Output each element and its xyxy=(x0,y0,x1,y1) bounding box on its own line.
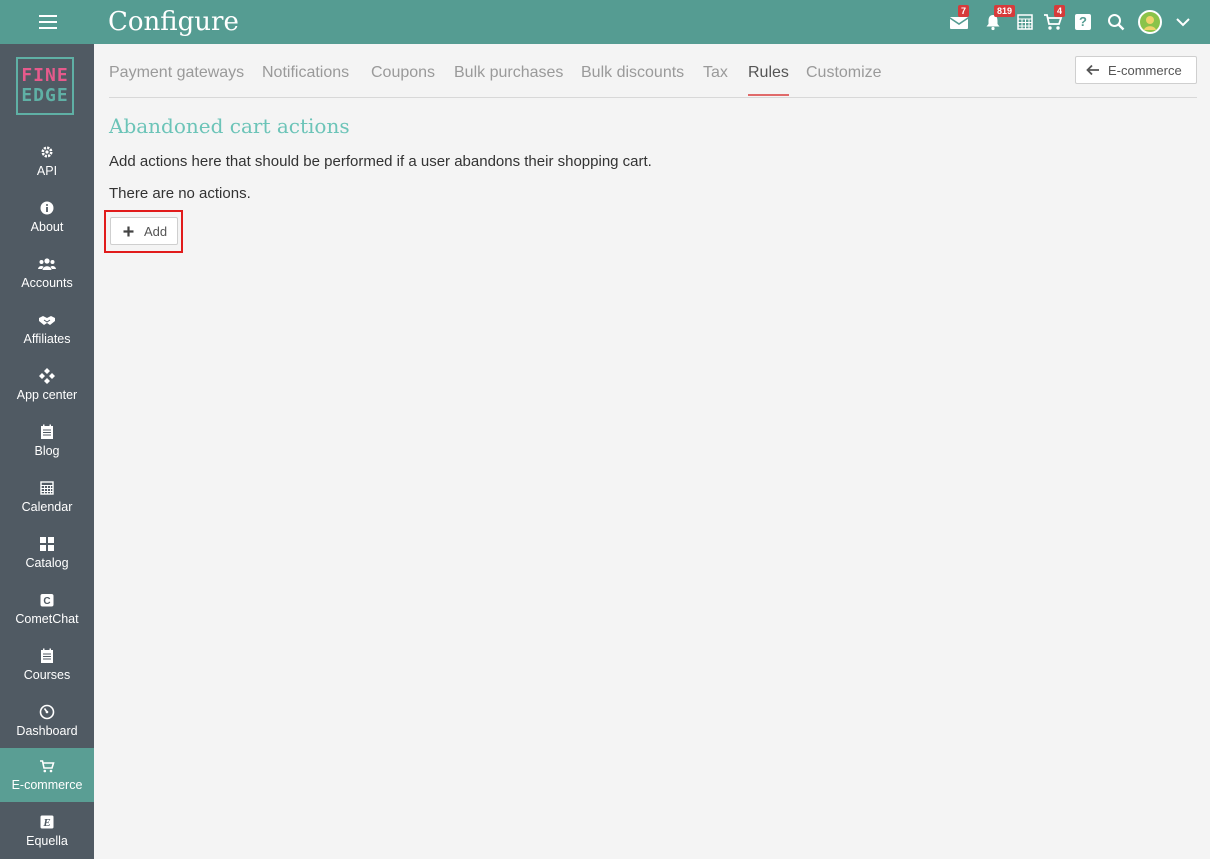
calendar-grid-icon[interactable] xyxy=(1014,10,1036,34)
sidebar-item-calendar[interactable]: Calendar xyxy=(0,470,94,524)
sidebar-item-label: Catalog xyxy=(25,556,69,570)
search-icon-svg xyxy=(1108,14,1125,31)
sidebar-item-label: Courses xyxy=(23,668,71,682)
sidebar-item-label: Calendar xyxy=(21,500,73,514)
tab-bulk-discounts[interactable]: Bulk discounts xyxy=(581,64,684,82)
dashboard-icon xyxy=(39,701,55,723)
blog-icon xyxy=(40,421,54,443)
tab-bulk-purchases[interactable]: Bulk purchases xyxy=(454,64,563,82)
plus-icon xyxy=(123,226,134,237)
help-icon[interactable]: ? xyxy=(1072,10,1094,34)
svg-text:E: E xyxy=(42,817,50,829)
sidebar-item-label: About xyxy=(30,220,64,234)
sidebar-item-label: Dashboard xyxy=(16,724,78,738)
cart-icon xyxy=(39,755,55,777)
back-to-e-commerce-button[interactable]: E-commerce xyxy=(1075,56,1197,84)
equella-icon: E xyxy=(40,811,54,833)
add-action-button[interactable]: Add xyxy=(110,217,178,245)
arrow-left-icon xyxy=(1086,64,1100,76)
sidebar-item-e-commerce[interactable]: E-commerce xyxy=(0,748,94,802)
sidebar-item-affiliates[interactable]: Affiliates xyxy=(0,302,94,356)
sidebar-item-dashboard[interactable]: Dashboard xyxy=(0,694,94,748)
sidebar-item-label: CometChat xyxy=(15,612,79,626)
tab-rules[interactable]: Rules xyxy=(748,64,789,96)
sidebar-item-cometchat[interactable]: C CometChat xyxy=(0,582,94,636)
cart-badge: 4 xyxy=(1054,5,1066,17)
sidebar-item-label: Affiliates xyxy=(23,332,71,346)
tabs-divider xyxy=(109,97,1197,98)
calendar-icon xyxy=(40,477,54,499)
section-heading: Abandoned cart actions xyxy=(109,114,350,138)
add-button-label: Add xyxy=(144,223,168,239)
gear-icon xyxy=(40,141,54,163)
bell-icon[interactable]: 819 xyxy=(982,5,1016,34)
users-icon xyxy=(38,253,56,275)
avatar-svg xyxy=(1138,10,1162,34)
logo-line-1: FINE xyxy=(21,65,69,86)
sidebar: FINE EDGE API About Accounts Affiliates … xyxy=(0,44,94,859)
svg-text:C: C xyxy=(43,596,50,607)
catalog-icon xyxy=(40,533,54,555)
back-button-label: E-commerce xyxy=(1108,62,1182,78)
chevron-down-icon[interactable] xyxy=(1172,10,1194,34)
avatar[interactable] xyxy=(1138,10,1162,34)
chevron-down-svg xyxy=(1176,18,1190,27)
sidebar-item-catalog[interactable]: Catalog xyxy=(0,526,94,580)
app-center-icon xyxy=(39,365,55,387)
tab-payment-gateways[interactable]: Payment gateways xyxy=(109,64,244,82)
page-title: Configure xyxy=(108,7,239,37)
sidebar-item-courses[interactable]: Courses xyxy=(0,638,94,692)
empty-state-text: There are no actions. xyxy=(109,185,251,202)
sidebar-item-equella[interactable]: E Equella xyxy=(0,804,94,858)
courses-icon xyxy=(40,645,54,667)
help-icon-glyph: ? xyxy=(1075,14,1091,30)
sidebar-item-label: Equella xyxy=(26,834,68,848)
sidebar-item-accounts[interactable]: Accounts xyxy=(0,246,94,300)
tab-customize[interactable]: Customize xyxy=(806,64,882,82)
envelope-icon[interactable]: 7 xyxy=(948,5,970,34)
fine-edge-logo[interactable]: FINE EDGE xyxy=(16,57,74,115)
sidebar-item-label: E-commerce xyxy=(11,778,83,792)
sidebar-item-label: App center xyxy=(16,388,78,402)
top-bar: Configure 7 819 4 ? xyxy=(0,0,1210,44)
section-description: Add actions here that should be performe… xyxy=(109,153,652,170)
handshake-icon xyxy=(38,309,56,331)
sidebar-item-app-center[interactable]: App center xyxy=(0,358,94,412)
tab-tax[interactable]: Tax xyxy=(703,64,728,82)
sidebar-item-about[interactable]: About xyxy=(0,190,94,244)
logo-line-2: EDGE xyxy=(21,85,69,106)
hamburger-menu-icon[interactable] xyxy=(30,10,66,34)
sidebar-item-label: Accounts xyxy=(21,276,73,290)
cart-icon[interactable]: 4 xyxy=(1042,5,1066,34)
sidebar-item-blog[interactable]: Blog xyxy=(0,414,94,468)
sidebar-item-label: Blog xyxy=(34,444,60,458)
tab-coupons[interactable]: Coupons xyxy=(371,64,435,82)
search-icon[interactable] xyxy=(1105,10,1127,34)
sidebar-item-api[interactable]: API xyxy=(0,134,94,188)
cometchat-icon: C xyxy=(40,589,54,611)
sidebar-item-label: API xyxy=(36,164,58,178)
messages-badge: 7 xyxy=(958,5,970,17)
notifications-badge: 819 xyxy=(994,5,1016,17)
tab-notifications[interactable]: Notifications xyxy=(262,64,349,82)
info-icon xyxy=(40,197,54,219)
calendar-grid-svg xyxy=(1017,14,1033,30)
